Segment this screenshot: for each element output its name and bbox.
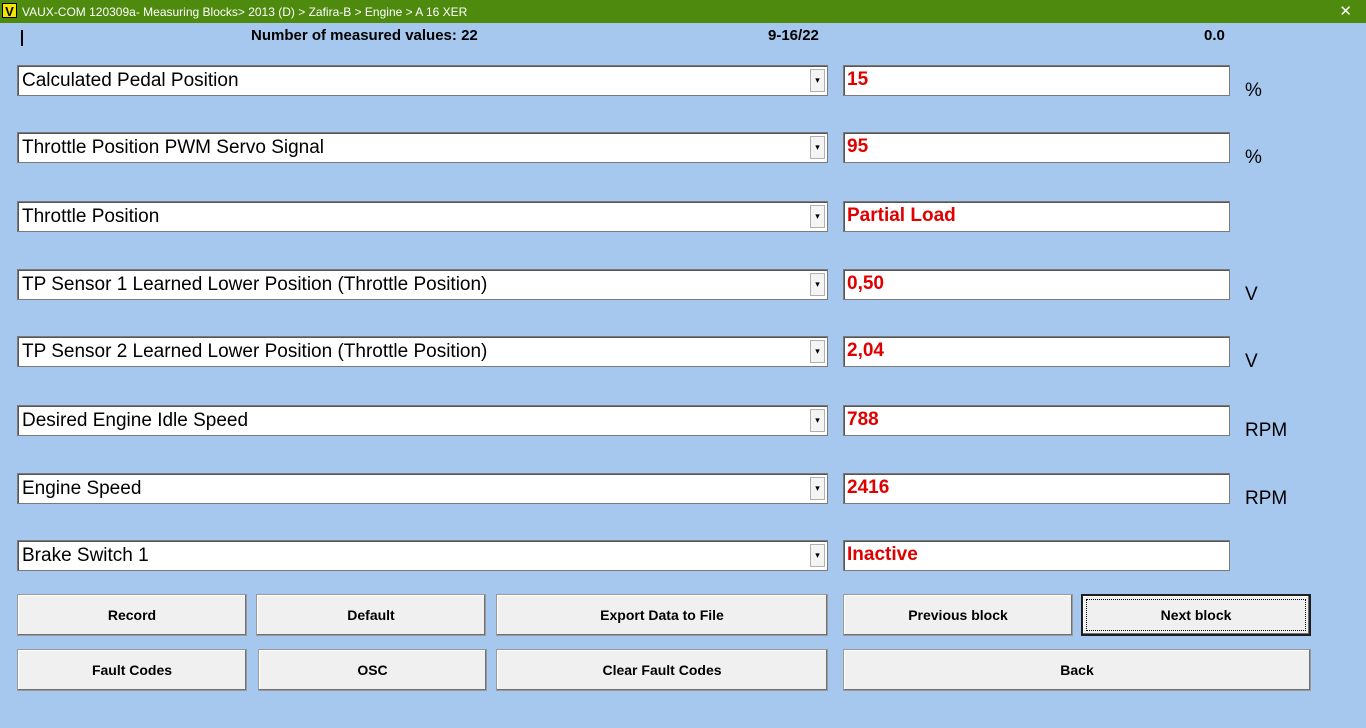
parameter-select-5[interactable]: TP Sensor 2 Learned Lower Position (Thro… xyxy=(17,336,828,367)
app-logo-icon: V xyxy=(2,3,17,19)
chevron-down-icon[interactable]: ▾ xyxy=(810,273,825,296)
unit-label-4: V xyxy=(1245,284,1258,305)
unit-label-1: % xyxy=(1245,80,1262,101)
parameter-select-3[interactable]: Throttle Position ▾ xyxy=(17,201,828,232)
chevron-down-icon[interactable]: ▾ xyxy=(810,69,825,92)
parameter-select-2[interactable]: Throttle Position PWM Servo Signal ▾ xyxy=(17,132,828,163)
next-block-button[interactable]: Next block xyxy=(1081,594,1311,636)
window-title: VAUX-COM 120309a- Measuring Blocks> 2013… xyxy=(22,5,468,19)
parameter-label: TP Sensor 2 Learned Lower Position (Thro… xyxy=(22,341,488,362)
unit-label-2: % xyxy=(1245,147,1262,168)
export-data-button[interactable]: Export Data to File xyxy=(496,594,828,636)
chevron-down-icon[interactable]: ▾ xyxy=(810,409,825,432)
measured-values-count: Number of measured values: 22 xyxy=(251,27,478,44)
parameter-label: Engine Speed xyxy=(22,478,142,499)
chevron-down-icon[interactable]: ▾ xyxy=(810,477,825,500)
value-field-8: Inactive xyxy=(843,540,1230,571)
back-button[interactable]: Back xyxy=(843,649,1311,691)
value-text: Inactive xyxy=(847,544,918,565)
chevron-down-icon[interactable]: ▾ xyxy=(810,544,825,567)
clear-fault-codes-button[interactable]: Clear Fault Codes xyxy=(496,649,828,691)
value-field-6: 788 xyxy=(843,405,1230,436)
value-text: Partial Load xyxy=(847,205,956,226)
fault-codes-button[interactable]: Fault Codes xyxy=(17,649,247,691)
value-text: 0,50 xyxy=(847,273,884,294)
parameter-select-4[interactable]: TP Sensor 1 Learned Lower Position (Thro… xyxy=(17,269,828,300)
value-field-1: 15 xyxy=(843,65,1230,96)
value-field-2: 95 xyxy=(843,132,1230,163)
value-text: 95 xyxy=(847,136,869,157)
parameter-select-7[interactable]: Engine Speed ▾ xyxy=(17,473,828,504)
chevron-down-icon[interactable]: ▾ xyxy=(810,136,825,159)
previous-block-button[interactable]: Previous block xyxy=(843,594,1073,636)
text-cursor xyxy=(21,30,23,46)
value-field-5: 2,04 xyxy=(843,336,1230,367)
osc-button[interactable]: OSC xyxy=(258,649,487,691)
value-text: 788 xyxy=(847,409,879,430)
parameter-label: Throttle Position xyxy=(22,206,160,227)
value-field-7: 2416 xyxy=(843,473,1230,504)
record-button[interactable]: Record xyxy=(17,594,247,636)
value-field-4: 0,50 xyxy=(843,269,1230,300)
parameter-select-1[interactable]: Calculated Pedal Position ▾ xyxy=(17,65,828,96)
block-range: 9-16/22 xyxy=(768,27,819,44)
parameter-label: Desired Engine Idle Speed xyxy=(22,410,249,431)
parameter-select-6[interactable]: Desired Engine Idle Speed ▾ xyxy=(17,405,828,436)
unit-label-6: RPM xyxy=(1245,420,1288,441)
header-value: 0.0 xyxy=(1204,27,1225,44)
value-text: 15 xyxy=(847,69,869,90)
value-field-3: Partial Load xyxy=(843,201,1230,232)
parameter-label: Throttle Position PWM Servo Signal xyxy=(22,137,325,158)
parameter-label: Calculated Pedal Position xyxy=(22,70,239,91)
title-bar: V VAUX-COM 120309a- Measuring Blocks> 20… xyxy=(0,0,1366,23)
default-button[interactable]: Default xyxy=(256,594,486,636)
unit-label-7: RPM xyxy=(1245,488,1288,509)
chevron-down-icon[interactable]: ▾ xyxy=(810,205,825,228)
unit-label-5: V xyxy=(1245,351,1258,372)
close-icon[interactable]: ✕ xyxy=(1339,2,1352,20)
parameter-label: TP Sensor 1 Learned Lower Position (Thro… xyxy=(22,274,488,295)
parameter-select-8[interactable]: Brake Switch 1 ▾ xyxy=(17,540,828,571)
value-text: 2416 xyxy=(847,477,890,498)
chevron-down-icon[interactable]: ▾ xyxy=(810,340,825,363)
parameter-label: Brake Switch 1 xyxy=(22,545,149,566)
value-text: 2,04 xyxy=(847,340,884,361)
